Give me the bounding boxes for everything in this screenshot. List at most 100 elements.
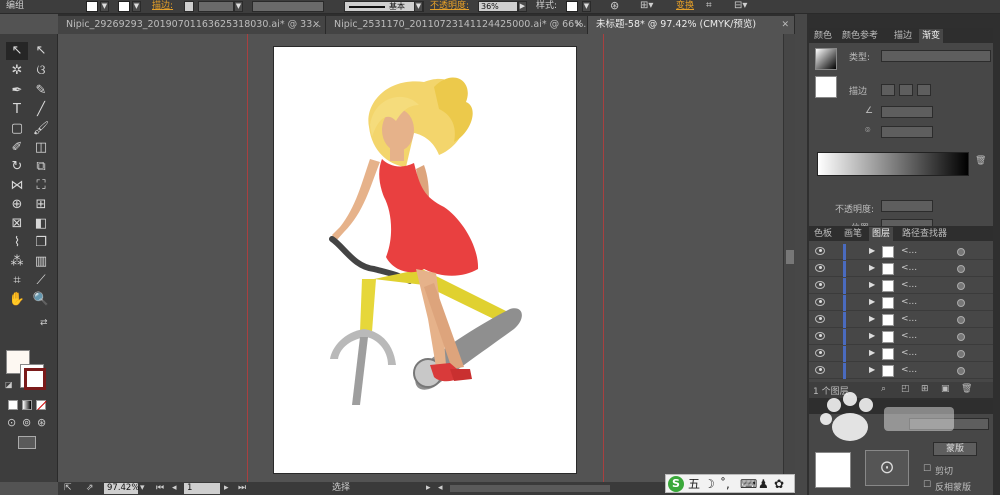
layer-name[interactable]: <... [901, 280, 917, 290]
target-icon[interactable] [957, 367, 965, 375]
layer-name[interactable]: <... [901, 348, 917, 358]
selection-tool-icon[interactable]: ↖ [6, 42, 28, 60]
perspective-grid-tool-icon[interactable]: ⊞ [30, 196, 52, 214]
tab-gradient[interactable]: 渐变 [919, 29, 944, 43]
fill-swatch[interactable] [86, 1, 98, 12]
share-icon[interactable]: ⇗ [86, 482, 94, 495]
last-artboard-icon[interactable]: ⏭ [238, 482, 246, 495]
expand-icon[interactable]: ▶ [869, 365, 875, 374]
fill-dropdown[interactable]: ▼ [100, 1, 109, 12]
style-swatch[interactable] [566, 1, 578, 12]
next-artboard-icon[interactable]: ▸ [224, 482, 229, 495]
keyboard-icon[interactable]: ⌨ [740, 476, 757, 492]
hand-tool-icon[interactable]: ✋ [6, 291, 28, 309]
width-tool-icon[interactable]: ⋈ [6, 177, 28, 195]
eraser-tool-icon[interactable]: ◫ [30, 139, 52, 157]
draw-inside-icon[interactable]: ⊛ [37, 416, 46, 429]
prev-artboard-icon[interactable]: ◂ [172, 482, 177, 495]
target-icon[interactable] [957, 282, 965, 290]
more-options-icon[interactable]: ⊟▾ [734, 0, 747, 12]
visibility-icon[interactable] [815, 264, 825, 272]
free-transform-tool-icon[interactable]: ⛶ [30, 177, 52, 195]
direct-selection-tool-icon[interactable]: ↖ [30, 42, 52, 60]
gradient-slider[interactable] [817, 152, 969, 176]
gradient-type-select[interactable] [881, 50, 991, 62]
column-graph-tool-icon[interactable]: ▥ [30, 253, 52, 271]
target-icon[interactable] [957, 299, 965, 307]
visibility-icon[interactable] [815, 247, 825, 255]
rotate-tool-icon[interactable]: ↻ [6, 158, 28, 176]
expand-icon[interactable]: ▶ [869, 348, 875, 357]
align-icon[interactable]: ⊞▾ [640, 0, 653, 12]
artboard-tool-icon[interactable]: ⌗ [6, 272, 28, 290]
layer-name[interactable]: <... [901, 297, 917, 307]
draw-behind-icon[interactable]: ⊚ [22, 416, 31, 429]
visibility-icon[interactable] [815, 366, 825, 374]
invert-mask-checkbox[interactable]: ☐ [923, 480, 931, 490]
visibility-icon[interactable] [815, 281, 825, 289]
stroke-gradient-along[interactable] [899, 84, 913, 96]
expand-icon[interactable]: ▶ [869, 297, 875, 306]
bike-girl-illustration[interactable] [274, 47, 578, 475]
lasso-tool-icon[interactable]: ଓ [30, 62, 52, 80]
gradient-tool-icon[interactable]: ◧ [30, 215, 52, 233]
layer-row[interactable]: ▶ <... [809, 278, 993, 294]
gradient-preview[interactable] [815, 48, 837, 70]
default-colors-icon[interactable]: ◪ [5, 380, 13, 389]
artboard-nav-icon[interactable]: ⇱ [64, 482, 72, 495]
tab-document-1[interactable]: Nipic_29269293_20190701163625318030.ai* … [58, 16, 326, 34]
angle-field[interactable] [881, 106, 933, 118]
layer-row[interactable]: ▶ <... [809, 261, 993, 277]
artboard[interactable] [273, 46, 577, 474]
layer-row[interactable]: ▶ <... [809, 363, 993, 379]
close-icon[interactable]: ✕ [312, 16, 320, 34]
clip-checkbox[interactable]: ☐ [923, 464, 931, 474]
scroll-left-icon[interactable]: ◂ [438, 482, 443, 495]
stroke-color-box[interactable] [20, 364, 46, 390]
stroke-swatch[interactable] [118, 1, 130, 12]
target-icon[interactable] [957, 333, 965, 341]
skin-icon[interactable]: ✿ [774, 476, 784, 492]
scroll-thumb[interactable] [786, 250, 794, 264]
target-icon[interactable] [957, 248, 965, 256]
stroke-weight-field[interactable] [198, 1, 234, 12]
line-tool-icon[interactable]: ╱ [30, 101, 52, 119]
tab-document-3[interactable]: 未标题-58* @ 97.42% (CMYK/预览) ✕ [588, 16, 795, 34]
visibility-icon[interactable] [815, 298, 825, 306]
ime-logo[interactable]: S [668, 476, 684, 492]
tab-stroke[interactable]: 描边 [891, 29, 915, 43]
tab-layers[interactable]: 图层 [869, 227, 894, 241]
brush-definition-field[interactable]: 基本 [344, 1, 424, 12]
symbol-sprayer-tool-icon[interactable]: ⁂ [6, 253, 28, 271]
curvature-tool-icon[interactable]: ✎ [30, 82, 52, 100]
close-icon[interactable]: ✕ [574, 16, 582, 34]
opacity-label[interactable]: 不透明度: [430, 0, 469, 12]
type-tool-icon[interactable]: T [6, 101, 28, 119]
target-icon[interactable] [957, 350, 965, 358]
tab-swatches[interactable]: 色板 [811, 227, 835, 241]
variable-width-field[interactable] [252, 1, 324, 12]
gradient-mode-icon[interactable] [22, 400, 32, 410]
stroke-preview[interactable] [815, 76, 837, 98]
transform-link[interactable]: 变换 [676, 0, 694, 12]
stroke-weight-dropdown[interactable]: ▼ [234, 1, 243, 12]
none-mode-icon[interactable] [36, 400, 47, 411]
aspect-field[interactable] [881, 126, 933, 138]
blend-tool-icon[interactable]: ❐ [30, 234, 52, 252]
layer-name[interactable]: <... [901, 365, 917, 375]
expand-icon[interactable]: ▶ [869, 263, 875, 272]
style-dropdown[interactable]: ▼ [582, 1, 591, 12]
user-icon[interactable]: ♟ [758, 476, 769, 492]
zoom-tool-icon[interactable]: 🔍 [30, 291, 52, 309]
stroke-weight-stepper[interactable] [184, 1, 194, 12]
visibility-icon[interactable] [815, 315, 825, 323]
pen-tool-icon[interactable]: ✒ [6, 82, 28, 100]
rectangle-tool-icon[interactable]: ▢ [6, 120, 28, 138]
visibility-icon[interactable] [815, 332, 825, 340]
expand-icon[interactable]: ▶ [869, 246, 875, 255]
zoom-dropdown-icon[interactable]: ▾ [140, 482, 145, 495]
slice-tool-icon[interactable]: ⟋ [30, 272, 52, 290]
stroke-gradient-within[interactable] [881, 84, 895, 96]
expand-icon[interactable]: ▶ [869, 331, 875, 340]
status-menu-icon[interactable]: ▸ [426, 482, 431, 495]
